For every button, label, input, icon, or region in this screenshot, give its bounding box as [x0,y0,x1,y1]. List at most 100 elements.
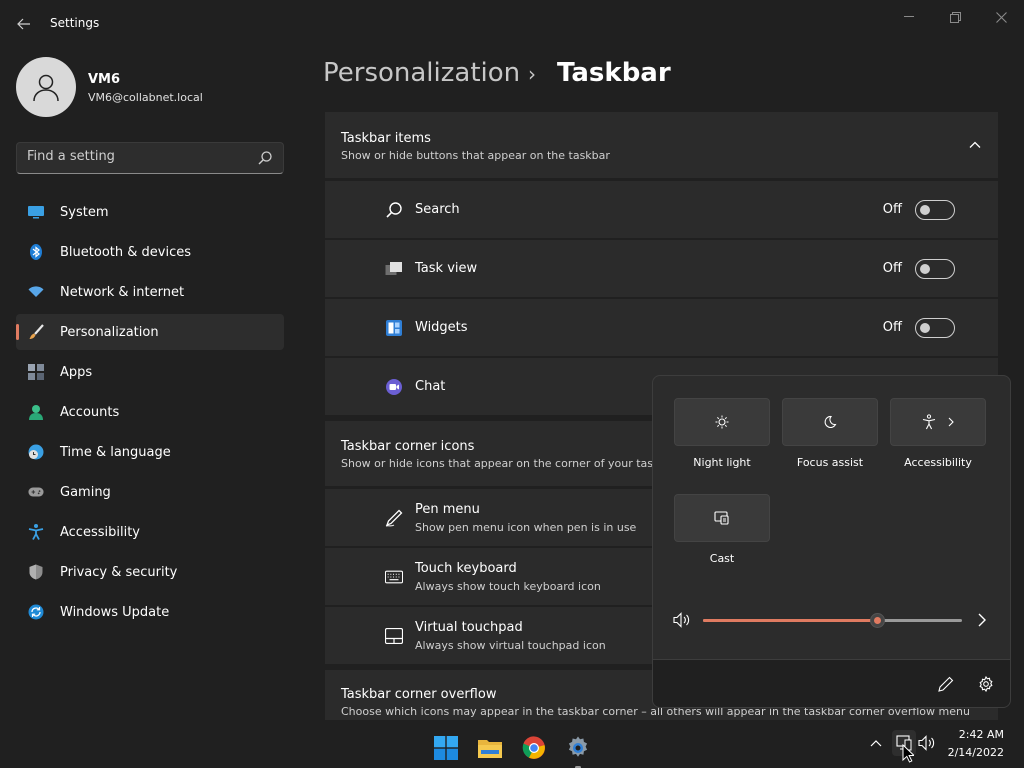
volume-tray-button[interactable] [916,730,940,756]
mouse-cursor-icon [902,744,914,763]
sidebar-item-label: Bluetooth & devices [60,244,191,260]
cast-tile[interactable] [674,494,770,542]
speaker-icon [918,735,935,751]
chevron-right-icon[interactable] [975,612,989,628]
sidebar-item-personalization[interactable]: Personalization [16,314,284,350]
sidebar-item-label: Gaming [60,484,111,500]
section-subtitle: Show or hide buttons that appear on the … [341,149,610,162]
quick-settings-flyout: Night light Focus assist Accessibility C… [652,375,1011,708]
accessibility-icon [28,524,44,540]
back-button[interactable] [12,10,36,38]
windows-taskbar: 2:42 AM 2/14/2022 [0,720,1024,768]
avatar[interactable] [16,57,76,117]
widgets-toggle[interactable] [915,318,955,338]
accessibility-tile[interactable] [890,398,986,446]
volume-slider-fill [703,619,877,622]
keyboard-icon [385,568,403,586]
chevron-up-icon [870,740,882,747]
search-toggle[interactable] [915,200,955,220]
chrome-button[interactable] [514,728,554,768]
section-title: Taskbar items [341,131,431,146]
chrome-icon [522,736,545,759]
toggle-state-text: Off [882,320,902,335]
minimize-button[interactable] [886,6,932,28]
gear-icon [979,676,993,692]
system-icon [28,204,44,220]
search-box[interactable] [16,142,284,174]
clock-date: 2/14/2022 [947,746,1004,759]
setting-row-search: Search Off [325,181,998,238]
chevron-up-icon[interactable] [968,138,982,152]
user-icon [33,74,59,102]
sidebar-item-time-language[interactable]: Time & language [16,434,284,470]
profile-email: VM6@collabnet.local [88,91,203,104]
file-explorer-button[interactable] [470,728,510,768]
tile-label: Cast [709,552,735,565]
accessibility-icon [922,414,936,430]
back-arrow-icon [17,18,30,30]
task-view-toggle[interactable] [915,259,955,279]
sidebar-item-windows-update[interactable]: Windows Update [16,594,284,630]
setting-label: Chat [415,379,446,394]
taskbar-items-header[interactable]: Taskbar items Show or hide buttons that … [325,112,998,178]
file-explorer-icon [478,740,502,758]
close-button[interactable] [978,6,1024,28]
edit-quick-settings-button[interactable] [936,674,956,694]
sidebar-item-label: Personalization [60,324,159,340]
speaker-icon[interactable] [673,612,691,628]
show-hidden-icons-button[interactable] [864,730,888,756]
setting-label: Virtual touchpad [415,620,523,635]
volume-slider-thumb[interactable] [869,613,885,628]
breadcrumb-separator: › [528,62,536,86]
page-title: Taskbar [557,58,671,88]
sidebar-item-accounts[interactable]: Accounts [16,394,284,430]
sidebar-item-network[interactable]: Network & internet [16,274,284,310]
clock-globe-icon [28,444,44,460]
tile-label: Accessibility [904,456,972,469]
sidebar-item-label: Accounts [60,404,120,420]
night-light-tile[interactable] [674,398,770,446]
focus-assist-tile[interactable] [782,398,878,446]
cast-icon [714,511,729,525]
settings-app-button[interactable] [558,728,598,768]
search-input[interactable] [27,149,247,164]
sidebar-item-label: Time & language [60,444,171,460]
gamepad-icon [28,484,44,500]
close-icon [995,11,1007,23]
setting-description: Always show virtual touchpad icon [415,639,606,652]
pen-icon [385,509,403,527]
sidebar-item-gaming[interactable]: Gaming [16,474,284,510]
setting-row-task-view: Task view Off [325,240,998,297]
setting-description: Show pen menu icon when pen is in use [415,521,637,534]
toggle-state-text: Off [882,261,902,276]
restore-button[interactable] [932,6,978,28]
sidebar-item-privacy[interactable]: Privacy & security [16,554,284,590]
start-button[interactable] [426,728,466,768]
sidebar-item-accessibility[interactable]: Accessibility [16,514,284,550]
setting-row-widgets: Widgets Off [325,299,998,356]
search-icon[interactable] [257,150,273,166]
tile-label: Focus assist [796,456,864,469]
setting-label: Search [415,202,460,217]
pencil-icon [938,676,954,692]
sidebar-item-system[interactable]: System [16,194,284,230]
bluetooth-icon [28,244,44,260]
setting-description: Always show touch keyboard icon [415,580,601,593]
night-light-icon [715,415,729,429]
breadcrumb-parent[interactable]: Personalization [323,58,520,88]
sidebar-item-apps[interactable]: Apps [16,354,284,390]
apps-icon [28,364,44,380]
settings-icon [568,736,588,757]
sidebar-item-label: Accessibility [60,524,140,540]
toggle-knob [920,323,930,333]
volume-slider[interactable] [703,613,962,628]
shield-icon [28,564,44,580]
update-icon [28,604,44,620]
quick-settings-footer [653,659,1010,707]
sidebar-item-bluetooth[interactable]: Bluetooth & devices [16,234,284,270]
section-title: Taskbar corner icons [341,439,475,454]
section-title: Taskbar corner overflow [341,687,497,702]
all-settings-button[interactable] [976,674,996,694]
toggle-state-text: Off [882,202,902,217]
brush-icon [28,324,44,340]
